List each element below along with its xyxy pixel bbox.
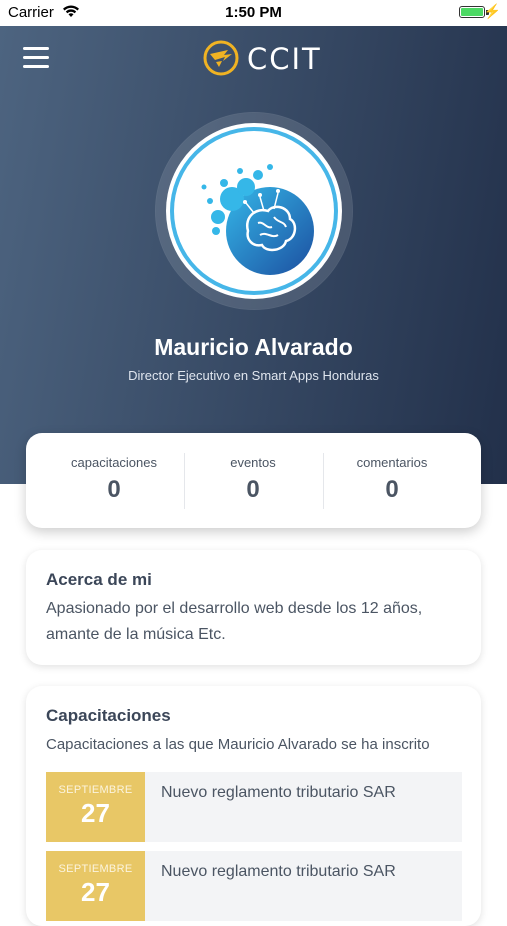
course-date-badge: SEPTIEMBRE 27 (46, 851, 145, 921)
avatar-image (174, 131, 334, 291)
avatar-ring (166, 123, 342, 299)
course-day: 27 (81, 877, 110, 907)
courses-card: Capacitaciones Capacitaciones a las que … (26, 686, 481, 926)
profile-name: Mauricio Alvarado (154, 334, 353, 360)
about-card: Acerca de mi Apasionado por el desarroll… (26, 550, 481, 665)
courses-title: Capacitaciones (46, 706, 171, 725)
charging-bolt-icon: ⚡ (483, 3, 501, 19)
avatar-ring-inner (170, 127, 338, 295)
course-day: 27 (81, 798, 110, 828)
course-date-badge: SEPTIEMBRE 27 (46, 772, 145, 842)
stat-value: 0 (246, 476, 260, 503)
stat-eventos[interactable]: eventos 0 (184, 433, 322, 528)
stat-label: comentarios (356, 455, 428, 470)
hamburger-menu-icon[interactable] (23, 47, 49, 69)
stat-value: 0 (385, 476, 399, 503)
course-item[interactable]: SEPTIEMBRE 27 Nuevo reglamento tributari… (46, 851, 462, 921)
stat-capacitaciones[interactable]: capacitaciones 0 (45, 433, 183, 528)
stat-value: 0 (107, 476, 121, 503)
about-text-line: Apasionado por el desarrollo web desde l… (46, 600, 423, 617)
logo-text: CCIT (247, 42, 322, 76)
battery-icon (459, 6, 485, 18)
stat-comentarios[interactable]: comentarios 0 (323, 433, 461, 528)
profile-role: Director Ejecutivo en Smart Apps Hondura… (128, 368, 379, 383)
about-text-line: amante de la música Etc. (46, 626, 226, 643)
course-item[interactable]: SEPTIEMBRE 27 Nuevo reglamento tributari… (46, 772, 462, 842)
courses-subtitle: Capacitaciones a las que Mauricio Alvara… (46, 736, 430, 753)
brain-icon (201, 164, 314, 275)
eagle-logo-icon (203, 40, 239, 76)
stats-card: capacitaciones 0 eventos 0 comentarios 0 (26, 433, 481, 528)
status-time: 1:50 PM (225, 4, 282, 21)
about-text: Apasionado por el desarrollo web desde l… (46, 596, 461, 648)
course-month: SEPTIEMBRE (58, 784, 133, 796)
avatar[interactable] (156, 113, 352, 309)
stat-label: eventos (230, 455, 276, 470)
about-title: Acerca de mi (46, 570, 152, 589)
course-month: SEPTIEMBRE (58, 863, 133, 875)
status-bar: Carrier 1:50 PM ⚡ (0, 0, 507, 26)
stat-label: capacitaciones (71, 455, 157, 470)
course-title: Nuevo reglamento tributario SAR (161, 863, 396, 880)
course-title: Nuevo reglamento tributario SAR (161, 784, 396, 801)
